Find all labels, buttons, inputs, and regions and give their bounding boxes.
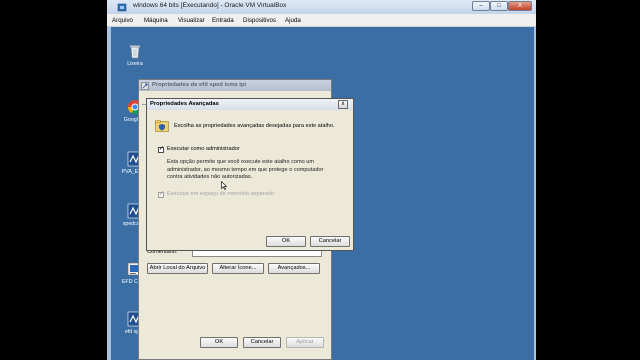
description-line: contra atividades não autorizadas.: [167, 174, 253, 180]
advanced-properties-dialog: Propriedades Avançadas x Escolha as prop…: [146, 98, 354, 251]
recycle-bin-icon: [129, 45, 141, 59]
window-title: windows 64 bits [Executando] - Oracle VM…: [133, 2, 287, 9]
separate-memory-label[interactable]: Executar em espaço de memória separado: [167, 191, 274, 199]
run-as-admin-label[interactable]: Executar como administrador: [167, 146, 240, 154]
desktop-icon-label: Lixeira: [127, 61, 143, 67]
dialog-title: Propriedades de efd sped icms ipi: [152, 82, 247, 88]
dialog-titlebar[interactable]: Propriedades de efd sped icms ipi: [139, 80, 331, 91]
advanced-button[interactable]: Avançados...: [268, 263, 320, 274]
guest-desktop: Lixeira Google C PVA_EFD_ spedcontri EFD…: [111, 27, 534, 360]
menu-maquina[interactable]: Máquina: [144, 17, 168, 24]
shield-shortcut-icon: [155, 120, 169, 132]
menu-entrada[interactable]: Entrada: [212, 17, 234, 24]
mouse-cursor-icon: [221, 181, 227, 190]
intro-text: Escolha as propriedades avançadas deseja…: [174, 123, 335, 129]
props-apply-button[interactable]: Aplicar: [286, 337, 324, 348]
checkmark-icon: ✓: [159, 146, 165, 152]
menu-ajuda[interactable]: Ajuda: [285, 17, 301, 24]
open-location-button[interactable]: Abrir Local do Arquivo: [147, 263, 208, 274]
screen-letterbox-right: [536, 0, 640, 360]
advanced-cancel-button[interactable]: Cancelar: [310, 236, 350, 247]
dialog-title: Propriedades Avançadas: [150, 101, 219, 107]
close-button[interactable]: X: [508, 1, 532, 11]
change-icon-button[interactable]: Alterar Ícone...: [212, 263, 264, 274]
menubar: Arquivo Máquina Visualizar Entrada Dispo…: [107, 14, 536, 27]
screen-letterbox-left: [0, 0, 107, 360]
virtualbox-window: windows 64 bits [Executando] - Oracle VM…: [107, 0, 536, 360]
props-cancel-button[interactable]: Cancelar: [243, 337, 281, 348]
checkmark-icon: ✓: [159, 191, 165, 197]
separate-memory-checkbox[interactable]: ✓: [158, 191, 165, 198]
description-line: Esta opção permite que você execute este…: [167, 159, 315, 165]
menu-visualizar[interactable]: Visualizar: [178, 17, 205, 24]
minimize-button[interactable]: –: [472, 1, 490, 11]
description-line: administrador, ao mesmo tempo em que pro…: [167, 166, 324, 173]
run-as-admin-checkbox[interactable]: ✓: [158, 146, 165, 153]
close-button[interactable]: x: [338, 100, 348, 109]
dialog-titlebar[interactable]: Propriedades Avançadas x: [147, 99, 353, 110]
virtualbox-logo-icon: [117, 3, 127, 12]
menu-dispositivos[interactable]: Dispositivos: [243, 17, 276, 24]
advanced-ok-button[interactable]: OK: [266, 236, 306, 247]
props-ok-button[interactable]: OK: [200, 337, 238, 348]
window-titlebar[interactable]: windows 64 bits [Executando] - Oracle VM…: [107, 0, 536, 14]
maximize-button[interactable]: □: [490, 1, 508, 11]
shortcut-icon: [141, 82, 149, 90]
menu-arquivo[interactable]: Arquivo: [112, 17, 133, 24]
